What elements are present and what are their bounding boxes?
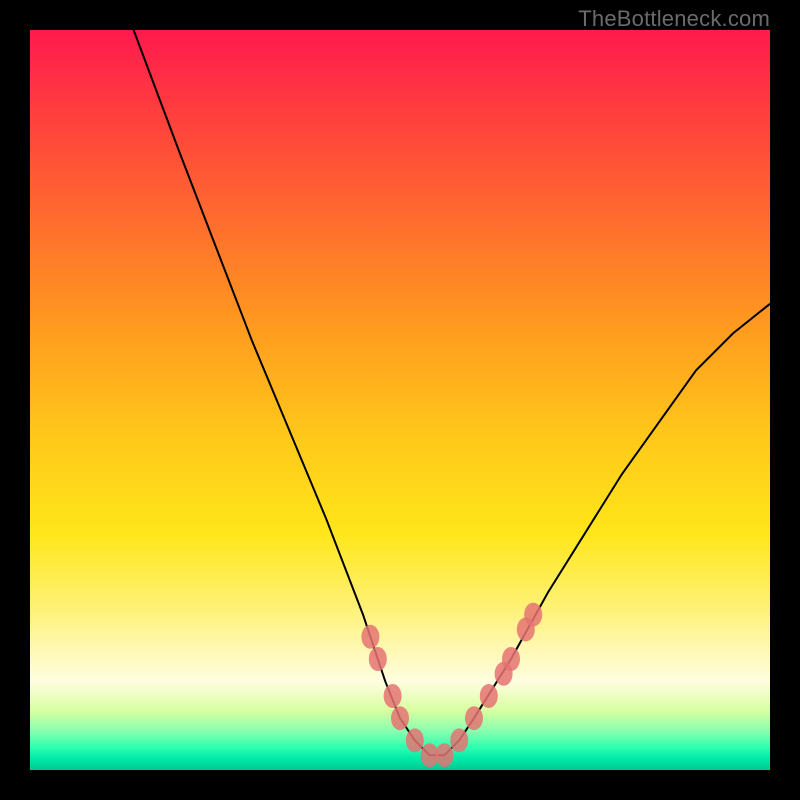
plot-area (30, 30, 770, 770)
curve-marker (480, 684, 498, 708)
chart-frame: TheBottleneck.com (0, 0, 800, 800)
curve-marker (524, 603, 542, 627)
curve-marker (435, 743, 453, 767)
bottleneck-curve (134, 30, 770, 755)
watermark-text: TheBottleneck.com (578, 6, 770, 32)
curve-marker (502, 647, 520, 671)
curve-marker (450, 728, 468, 752)
marker-group (361, 603, 542, 768)
curve-marker (384, 684, 402, 708)
curve-marker (465, 706, 483, 730)
curve-marker (361, 625, 379, 649)
curve-marker (369, 647, 387, 671)
curve-marker (391, 706, 409, 730)
curve-layer (30, 30, 770, 770)
curve-marker (406, 728, 424, 752)
